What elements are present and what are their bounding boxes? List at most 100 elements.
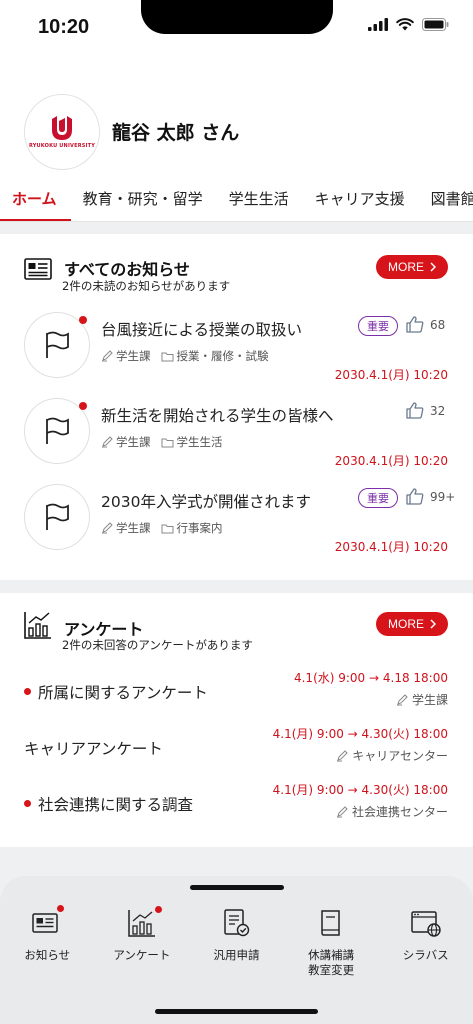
- pen-icon: [102, 436, 113, 448]
- category-tag: 学生生活: [161, 434, 223, 450]
- unanswered-dot: [24, 800, 31, 807]
- like-count: 68: [430, 317, 446, 332]
- pen-icon: [396, 693, 408, 705]
- notice-item[interactable]: 台風接近による授業の取扱い 重要 68 学生課 授業・履修・試験 2030.4.…: [0, 312, 473, 398]
- nav-label: アンケート: [113, 948, 171, 962]
- category-tag: 授業・履修・試験: [161, 348, 269, 364]
- nav-syllabus[interactable]: シラバス: [378, 906, 473, 978]
- battery-icon: [422, 18, 449, 31]
- home-indicator[interactable]: [155, 1009, 318, 1014]
- nav-applications[interactable]: 汎用申請: [189, 906, 284, 978]
- notices-subtitle: 2件の未読のお知らせがあります: [62, 279, 231, 293]
- department-label: 学生課: [116, 521, 151, 535]
- survey-title: キャリアアンケート: [24, 740, 163, 758]
- sheet-handle[interactable]: [190, 885, 284, 890]
- chart-icon: [125, 906, 162, 940]
- book-icon: [314, 906, 348, 940]
- notice-title: 新生活を開始される学生の皆様へ: [101, 407, 334, 425]
- web-globe-icon: [409, 906, 443, 940]
- nav-notices[interactable]: お知らせ: [0, 905, 95, 978]
- notice-title: 台風接近による授業の取扱い: [101, 321, 303, 339]
- survey-item[interactable]: キャリアアンケート 4.1(月) 9:00 → 4.30(火) 18:00 キャ…: [0, 725, 473, 775]
- notices-card: すべてのお知らせ 2件の未読のお知らせがあります MORE 台風接近による授業の…: [0, 234, 473, 580]
- chevron-right-icon: [430, 619, 436, 629]
- notice-tags: 学生課 行事案内: [101, 520, 223, 536]
- tab-career[interactable]: キャリア支援: [303, 178, 419, 221]
- surveys-more-button[interactable]: MORE: [376, 612, 448, 636]
- notices-title: すべてのお知らせ: [64, 260, 190, 279]
- survey-owner-label: 社会連携センター: [351, 805, 448, 819]
- notice-item[interactable]: 新生活を開始される学生の皆様へ 32 学生課 学生生活 2030.4.1(月) …: [0, 398, 473, 484]
- status-time: 10:20: [38, 16, 90, 38]
- pen-icon: [102, 522, 113, 534]
- university-logo-avatar: RYUKOKU UNIVERSITY: [24, 94, 100, 170]
- unread-dot: [79, 316, 87, 324]
- like-count: 32: [430, 403, 446, 418]
- pen-icon: [102, 350, 113, 362]
- category-label: 授業・履修・試験: [176, 349, 269, 363]
- signal-icon: [368, 18, 388, 31]
- notice-date: 2030.4.1(月) 10:20: [334, 454, 448, 468]
- department-tag: 学生課: [101, 520, 151, 536]
- pen-icon: [336, 805, 348, 817]
- chevron-right-icon: [430, 262, 436, 272]
- tab-education[interactable]: 教育・研究・留学: [71, 178, 217, 221]
- tab-home[interactable]: ホーム: [0, 178, 71, 221]
- like-button[interactable]: 99+: [406, 488, 455, 505]
- notice-tags: 学生課 学生生活: [101, 434, 223, 450]
- more-label: MORE: [388, 617, 424, 631]
- surveys-subtitle: 2件の未回答のアンケートがあります: [62, 638, 253, 652]
- notice-thumb: [24, 484, 90, 550]
- notice-item[interactable]: 2030年入学式が開催されます 重要 99+ 学生課 行事案内 2030.4.1…: [0, 484, 473, 570]
- form-check-icon: [219, 906, 253, 940]
- nav-surveys[interactable]: アンケート: [95, 906, 190, 978]
- category-label: 学生生活: [176, 435, 223, 449]
- pen-icon: [337, 749, 348, 761]
- department-label: 学生課: [116, 435, 151, 449]
- survey-item[interactable]: 所属に関するアンケート 4.1(水) 9:00 → 4.18 18:00 学生課: [0, 669, 473, 719]
- category-tabs: ホーム 教育・研究・留学 学生生活 キャリア支援 図書館・: [0, 178, 473, 222]
- folder-icon: [161, 352, 173, 361]
- status-bar: 10:20: [0, 0, 473, 56]
- department-label: 学生課: [116, 349, 151, 363]
- flag-icon: [46, 503, 69, 530]
- survey-owner: キャリアセンター: [336, 747, 448, 764]
- logo-text: RYUKOKU UNIVERSITY: [28, 143, 96, 149]
- like-button[interactable]: 32: [406, 402, 445, 419]
- survey-title: 所属に関するアンケート: [38, 684, 208, 702]
- notices-more-button[interactable]: MORE: [376, 255, 448, 279]
- thumbs-up-icon: [406, 488, 424, 505]
- like-button[interactable]: 68: [406, 316, 445, 333]
- survey-period: 4.1(月) 9:00 → 4.30(火) 18:00: [272, 727, 448, 741]
- nav-label: 休講補講 教室変更: [308, 948, 355, 977]
- tab-library[interactable]: 図書館・: [419, 178, 473, 221]
- newspaper-icon: [24, 258, 52, 280]
- survey-owner: 学生課: [396, 691, 448, 708]
- survey-item[interactable]: 社会連携に関する調査 4.1(月) 9:00 → 4.30(火) 18:00 社…: [0, 781, 473, 831]
- unread-dot: [79, 402, 87, 410]
- unanswered-dot: [24, 688, 31, 695]
- notification-dot: [57, 905, 65, 912]
- profile-header: RYUKOKU UNIVERSITY 龍谷 太郎 さん ホーム 教育・研究・留学…: [0, 56, 473, 222]
- folder-icon: [161, 438, 173, 447]
- important-badge: 重要: [358, 316, 398, 336]
- category-label: 行事案内: [176, 521, 223, 535]
- news-icon: [30, 905, 65, 940]
- survey-period: 4.1(水) 9:00 → 4.18 18:00: [293, 671, 448, 685]
- important-badge: 重要: [358, 488, 398, 508]
- wifi-icon: [396, 18, 414, 31]
- surveys-card: アンケート 2件の未回答のアンケートがあります MORE 所属に関するアンケート…: [0, 593, 473, 847]
- bottom-navigation: お知らせ アンケート 汎用申請 休講補講 教室変更 シラバス: [0, 876, 473, 1024]
- notice-title: 2030年入学式が開催されます: [101, 493, 311, 511]
- device-notch: [141, 0, 333, 34]
- nav-class-changes[interactable]: 休講補講 教室変更: [284, 906, 379, 978]
- tab-student-life[interactable]: 学生生活: [217, 178, 303, 221]
- notice-date: 2030.4.1(月) 10:20: [334, 540, 448, 554]
- nav-label: シラバス: [402, 948, 449, 962]
- status-icons: [368, 18, 449, 31]
- user-name: 龍谷 太郎 さん: [112, 122, 240, 144]
- nav-label: 汎用申請: [213, 948, 260, 962]
- notice-tags: 学生課 授業・履修・試験: [101, 348, 269, 364]
- flag-icon: [46, 417, 69, 444]
- nav-label: お知らせ: [24, 948, 71, 962]
